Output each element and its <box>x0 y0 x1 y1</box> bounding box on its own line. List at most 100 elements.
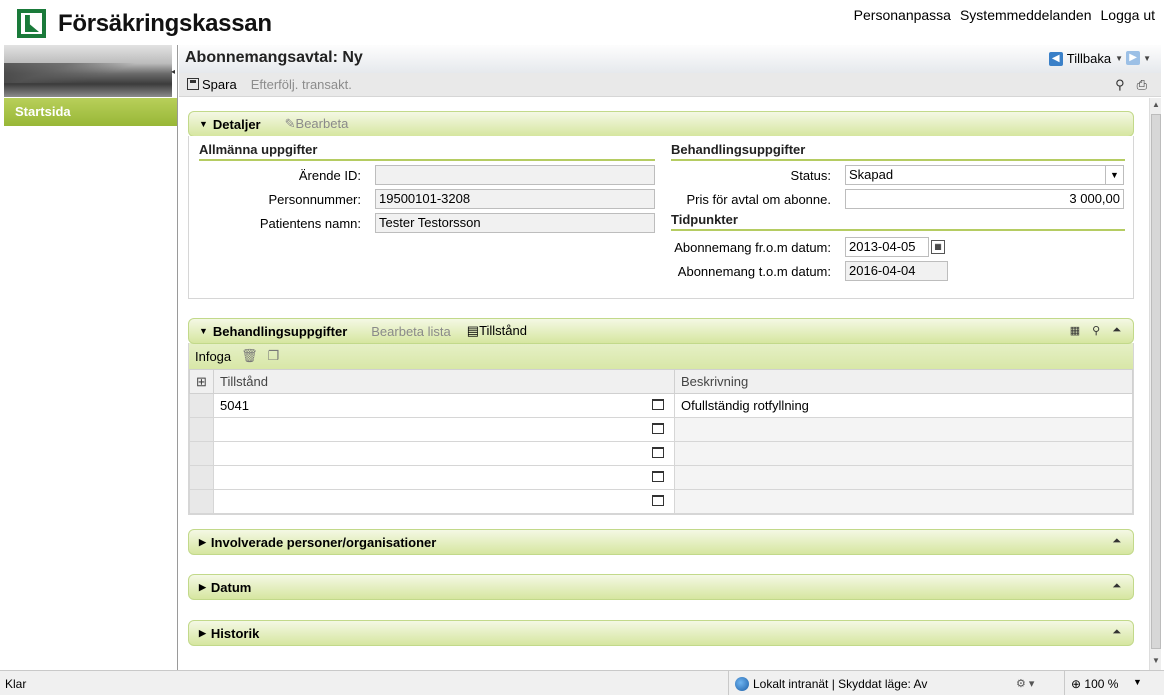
table-row[interactable] <box>189 489 1133 514</box>
collapse-sidebar-icon[interactable]: ◂ <box>171 67 178 77</box>
details-body: Allmänna uppgifter Ärende ID: Personnumm… <box>188 136 1134 299</box>
top-header: Försäkringskassan Personanpassa Systemme… <box>0 0 1164 45</box>
chevron-down-icon[interactable]: ▼ <box>1105 166 1123 184</box>
scroll-thumb[interactable] <box>1151 114 1161 649</box>
save-icon <box>187 78 199 90</box>
scroll-down-icon[interactable]: ▼ <box>1151 656 1161 668</box>
table-row[interactable] <box>189 465 1133 490</box>
protected-mode-icon[interactable]: ⚙ ▾ <box>1016 677 1034 690</box>
arende-id-field[interactable] <box>375 165 655 185</box>
patient-name-label: Patientens namn: <box>259 216 361 231</box>
followup-transaction-button[interactable]: Efterfölj. transakt. <box>251 77 352 92</box>
back-dropdown-icon[interactable]: ▼ <box>1115 54 1123 63</box>
popup-window-icon[interactable] <box>652 447 664 458</box>
collapse-up-icon[interactable]: ⏶ <box>1112 535 1121 548</box>
tools-icon[interactable]: ⚲ <box>1115 77 1125 93</box>
tillstand-cell[interactable] <box>213 417 675 442</box>
expand-down-icon: ▼ <box>199 326 208 336</box>
save-button[interactable]: Spara <box>187 77 237 92</box>
row-selector[interactable] <box>189 465 214 490</box>
popup-window-icon[interactable] <box>652 423 664 434</box>
browser-status-bar: Klar Lokalt intranät | Skyddat läge: Av … <box>0 670 1164 695</box>
logout-link[interactable]: Logga ut <box>1101 7 1156 23</box>
dates-header[interactable]: ▶ Datum ⏶ <box>188 574 1134 600</box>
action-toolbar: Spara Efterfölj. transakt. ⚲ ⎙ <box>179 73 1161 97</box>
to-date-field[interactable]: 2016-04-04 <box>845 261 948 281</box>
history-header[interactable]: ▶ Historik ⏶ <box>188 620 1134 646</box>
patient-name-field[interactable]: Tester Testorsson <box>375 213 655 233</box>
tillstand-cell[interactable] <box>213 441 675 466</box>
collapse-up-icon[interactable]: ⏶ <box>1112 626 1121 639</box>
involved-parties-header[interactable]: ▶ Involverade personer/organisationer ⏶ <box>188 529 1134 555</box>
panel-header-icons: ⏶ <box>1112 626 1121 639</box>
tools-icon[interactable]: ⚲ <box>1092 324 1100 337</box>
tillstand-cell[interactable] <box>213 489 675 514</box>
sidebar-item-startsida[interactable]: Startsida <box>4 98 177 126</box>
from-date-field[interactable]: 2013-04-05 <box>845 237 929 257</box>
clipboard-icon: ▤ <box>466 323 480 338</box>
vertical-scrollbar[interactable]: ▲ ▼ <box>1149 98 1161 670</box>
collapse-up-icon[interactable]: ⏶ <box>1112 324 1121 337</box>
personnummer-field[interactable]: 19500101-3208 <box>375 189 655 209</box>
column-chooser-icon[interactable]: ⊞ <box>189 369 214 394</box>
content-area: ▼ Detaljer ✎Bearbeta Allmänna uppgifter … <box>179 98 1149 670</box>
security-zone[interactable]: Lokalt intranät | Skyddat läge: Av <box>728 671 933 695</box>
edit-list-button[interactable]: Bearbeta lista <box>371 324 451 339</box>
forward-button[interactable]: ▶ ▼ <box>1126 51 1151 65</box>
table-row[interactable] <box>189 441 1133 466</box>
arende-label: Ärende ID: <box>298 168 361 183</box>
tillstand-cell[interactable] <box>213 465 675 490</box>
zoom-dropdown-icon[interactable]: ▼ <box>1133 677 1142 687</box>
scroll-up-icon[interactable]: ▲ <box>1151 100 1161 112</box>
popup-window-icon[interactable] <box>652 399 664 410</box>
column-header-beskrivning[interactable]: Beskrivning <box>674 369 1133 394</box>
personalize-link[interactable]: Personanpassa <box>854 7 951 23</box>
to-date-label: Abonnemang t.o.m datum: <box>677 264 831 279</box>
edit-button[interactable]: ✎Bearbeta <box>285 116 349 132</box>
calendar-icon[interactable]: ▦ <box>931 240 945 254</box>
table-row[interactable] <box>189 417 1133 442</box>
row-selector[interactable] <box>189 489 214 514</box>
status-select[interactable]: Skapad ▼ <box>845 165 1124 185</box>
globe-icon <box>735 677 749 691</box>
table-row[interactable]: 5041 Ofullständig rotfyllning <box>189 393 1133 418</box>
export-icon[interactable]: ▦ <box>1070 324 1080 337</box>
price-label: Pris för avtal om abonne. <box>686 192 831 207</box>
treatment-grid-header[interactable]: ▼ Behandlingsuppgifter Bearbeta lista ▤T… <box>188 318 1134 344</box>
trash-icon[interactable]: 🗑 <box>241 348 258 364</box>
insert-button[interactable]: Infoga <box>195 349 231 364</box>
column-header-tillstand[interactable]: Tillstånd <box>213 369 675 394</box>
collapse-up-icon[interactable]: ⏶ <box>1112 580 1121 593</box>
from-date-label: Abonnemang fr.o.m datum: <box>674 240 831 255</box>
popup-window-icon[interactable] <box>652 471 664 482</box>
dates-panel: ▶ Datum ⏶ <box>188 574 1134 600</box>
main-area: Abonnemangsavtal: Ny ◀ Tillbaka ▼ ▶ ▼ Sp… <box>179 45 1161 670</box>
condition-button[interactable]: ▤Tillstånd <box>467 323 527 339</box>
back-button[interactable]: ◀ Tillbaka ▼ <box>1048 51 1123 66</box>
expand-right-icon: ▶ <box>199 581 206 592</box>
grid-toolbar: Infoga 🗑 ❐ <box>189 343 1133 369</box>
row-selector[interactable] <box>189 393 214 418</box>
copy-icon[interactable]: ❐ <box>268 348 280 364</box>
popup-window-icon[interactable] <box>652 495 664 506</box>
zone-text: Lokalt intranät | Skyddat läge: Av <box>753 677 928 691</box>
system-messages-link[interactable]: Systemmeddelanden <box>960 7 1092 23</box>
grid-body: Infoga 🗑 ❐ ⊞ Tillstånd Beskrivning 5041 … <box>188 343 1134 515</box>
tillstand-cell[interactable]: 5041 <box>213 393 675 418</box>
top-links: Personanpassa Systemmeddelanden Logga ut <box>854 7 1155 23</box>
details-panel-header[interactable]: ▼ Detaljer ✎Bearbeta <box>188 111 1134 137</box>
zoom-icon: ⊕ <box>1071 677 1082 691</box>
history-title: Historik <box>210 625 260 641</box>
row-selector[interactable] <box>189 417 214 442</box>
history-panel: ▶ Historik ⏶ <box>188 620 1134 646</box>
expand-right-icon: ▶ <box>199 536 206 547</box>
brand-name: Försäkringskassan <box>58 9 272 37</box>
brand-logo[interactable]: Försäkringskassan <box>17 9 272 38</box>
zoom-control[interactable]: ⊕ 100 % <box>1064 671 1118 695</box>
print-icon[interactable]: ⎙ <box>1137 77 1147 93</box>
price-field[interactable]: 3 000,00 <box>845 189 1124 209</box>
forward-dropdown-icon[interactable]: ▼ <box>1143 54 1151 63</box>
involved-parties-panel: ▶ Involverade personer/organisationer ⏶ <box>188 529 1134 555</box>
row-selector[interactable] <box>189 441 214 466</box>
details-panel: ▼ Detaljer ✎Bearbeta Allmänna uppgifter … <box>188 111 1134 299</box>
